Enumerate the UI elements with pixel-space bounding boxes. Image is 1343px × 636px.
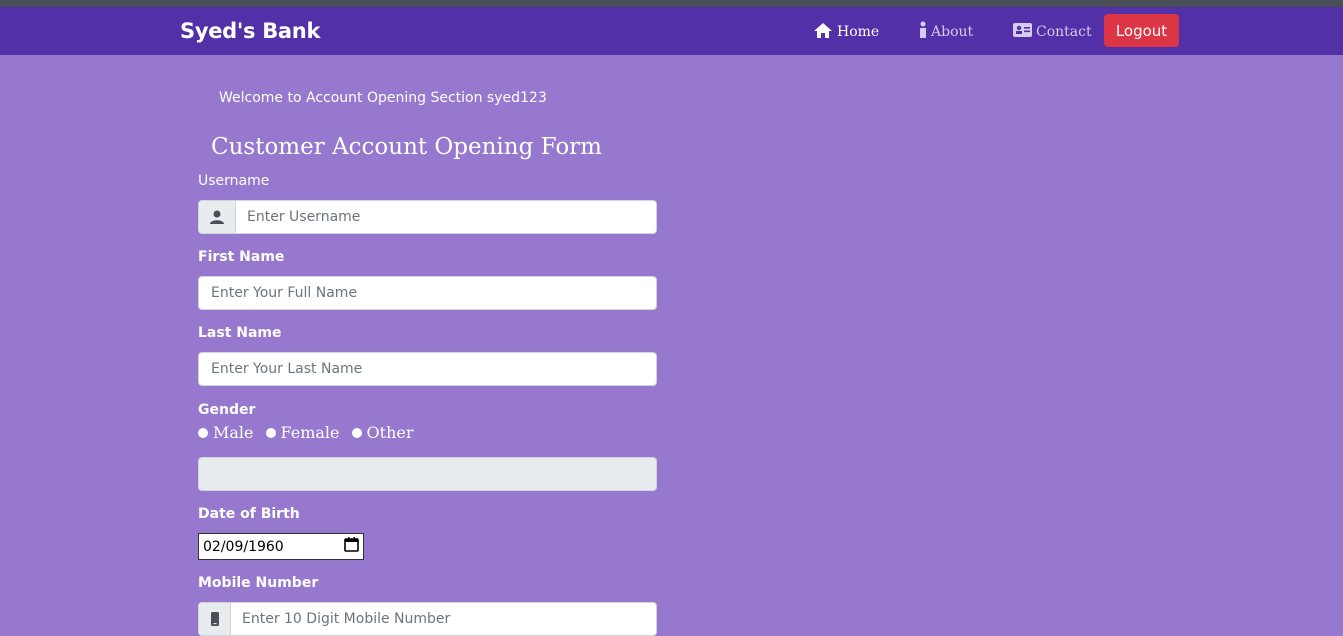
nav-contact[interactable]: Contact [1013,21,1092,43]
last-name-input[interactable] [198,352,657,386]
nav-about-label: About [931,24,974,40]
dob-value: 02/09/1960 [203,538,284,555]
gender-option-female[interactable]: Female [265,423,340,442]
gender-option-label: Female [280,423,340,442]
nav-home-label: Home [837,24,880,40]
gender-radio-group: Male Female Other [198,423,425,442]
logout-button[interactable]: Logout [1104,14,1179,47]
gender-option-label: Male [213,423,254,442]
radio-button[interactable] [265,427,276,438]
username-label: Username [198,173,270,189]
calendar-icon[interactable] [344,537,359,556]
browser-top-strip [0,0,1343,7]
gender-output-field[interactable] [198,457,657,491]
radio-button[interactable] [351,427,362,438]
form-title: Customer Account Opening Form [211,134,602,160]
id-card-icon [1013,23,1036,41]
brand-logo[interactable]: Syed's Bank [180,19,320,43]
username-input-group [198,200,657,234]
welcome-message: Welcome to Account Opening Section syed1… [219,90,547,106]
home-icon [813,22,837,43]
gender-option-label: Other [366,423,414,442]
gender-option-male[interactable]: Male [198,423,254,442]
navbar: Syed's Bank Home About Contact Logout [0,7,1343,55]
nav-contact-label: Contact [1036,24,1092,40]
dob-label: Date of Birth [198,506,300,522]
radio-button[interactable] [198,427,208,438]
user-icon [199,201,236,233]
mobile-input-group [198,602,657,636]
nav-about[interactable]: About [919,21,973,43]
mobile-input[interactable] [231,603,656,635]
mobile-phone-icon [199,603,231,635]
nav-home[interactable]: Home [813,21,879,43]
mobile-label: Mobile Number [198,575,319,591]
first-name-input[interactable] [198,276,657,310]
info-icon [919,21,931,43]
last-name-label: Last Name [198,325,282,341]
username-input[interactable] [236,201,656,233]
gender-label: Gender [198,402,256,418]
gender-option-other[interactable]: Other [351,423,414,442]
dob-date-input[interactable]: 02/09/1960 [198,533,364,560]
first-name-label: First Name [198,249,285,265]
